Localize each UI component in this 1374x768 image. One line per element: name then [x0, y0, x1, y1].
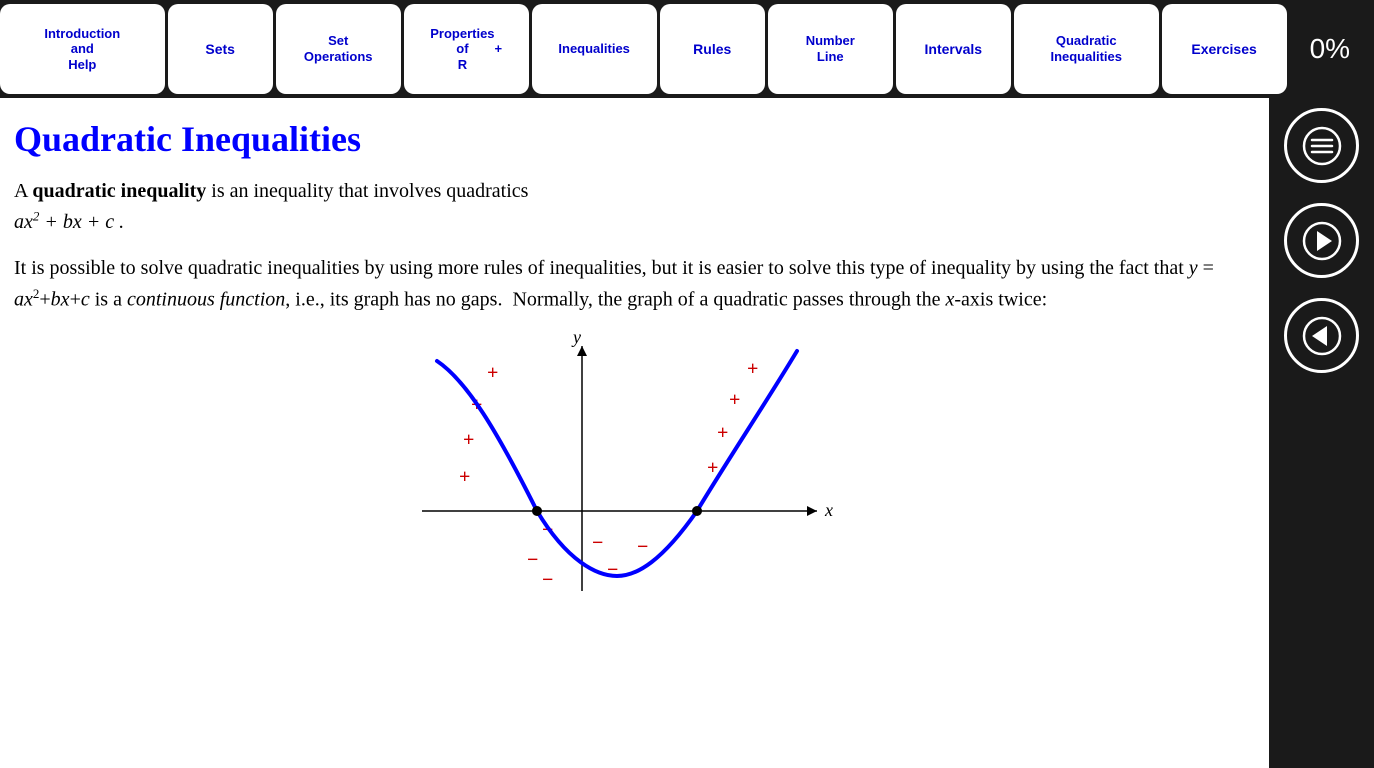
quadratic-graph: + + + + + + + + − − − − − −	[367, 331, 887, 591]
graph-container: + + + + + + + + − − − − − −	[14, 331, 1239, 591]
navigation-bar: Introduction and Help Sets Set Operation…	[0, 0, 1374, 98]
svg-text:−: −	[542, 569, 553, 591]
svg-text:+: +	[717, 422, 728, 444]
svg-text:+: +	[747, 358, 758, 380]
content-area: Quadratic Inequalities A quadratic inequ…	[0, 98, 1269, 768]
progress-label: 0%	[1290, 4, 1370, 94]
nav-item-props[interactable]: PropertiesofR+	[404, 4, 529, 94]
svg-text:−: −	[637, 536, 648, 558]
nav-item-sets[interactable]: Sets	[168, 4, 273, 94]
nav-item-numline[interactable]: Number Line	[768, 4, 893, 94]
nav-item-quadineq[interactable]: Quadratic Inequalities	[1014, 4, 1159, 94]
intro-paragraph: A quadratic inequality is an inequality …	[14, 176, 1239, 237]
nav-item-exercises[interactable]: Exercises	[1162, 4, 1287, 94]
svg-text:+: +	[459, 466, 470, 488]
nav-item-intro[interactable]: Introduction and Help	[0, 4, 165, 94]
svg-text:+: +	[463, 429, 474, 451]
nav-item-rules[interactable]: Rules	[660, 4, 765, 94]
svg-text:+: +	[729, 389, 740, 411]
svg-text:−: −	[527, 549, 538, 571]
nav-item-intervals[interactable]: Intervals	[896, 4, 1011, 94]
nav-item-ineq[interactable]: Inequalities	[532, 4, 657, 94]
prev-button[interactable]	[1284, 298, 1359, 373]
menu-button[interactable]	[1284, 108, 1359, 183]
svg-text:−: −	[592, 532, 603, 554]
svg-text:+: +	[487, 362, 498, 384]
next-button[interactable]	[1284, 203, 1359, 278]
page-title: Quadratic Inequalities	[14, 118, 1239, 160]
nav-item-setops[interactable]: Set Operations	[276, 4, 401, 94]
body-paragraph: It is possible to solve quadratic inequa…	[14, 253, 1239, 316]
svg-text:x: x	[824, 500, 833, 520]
svg-text:y: y	[571, 331, 581, 347]
main-area: Quadratic Inequalities A quadratic inequ…	[0, 98, 1374, 768]
right-sidebar	[1269, 98, 1374, 768]
